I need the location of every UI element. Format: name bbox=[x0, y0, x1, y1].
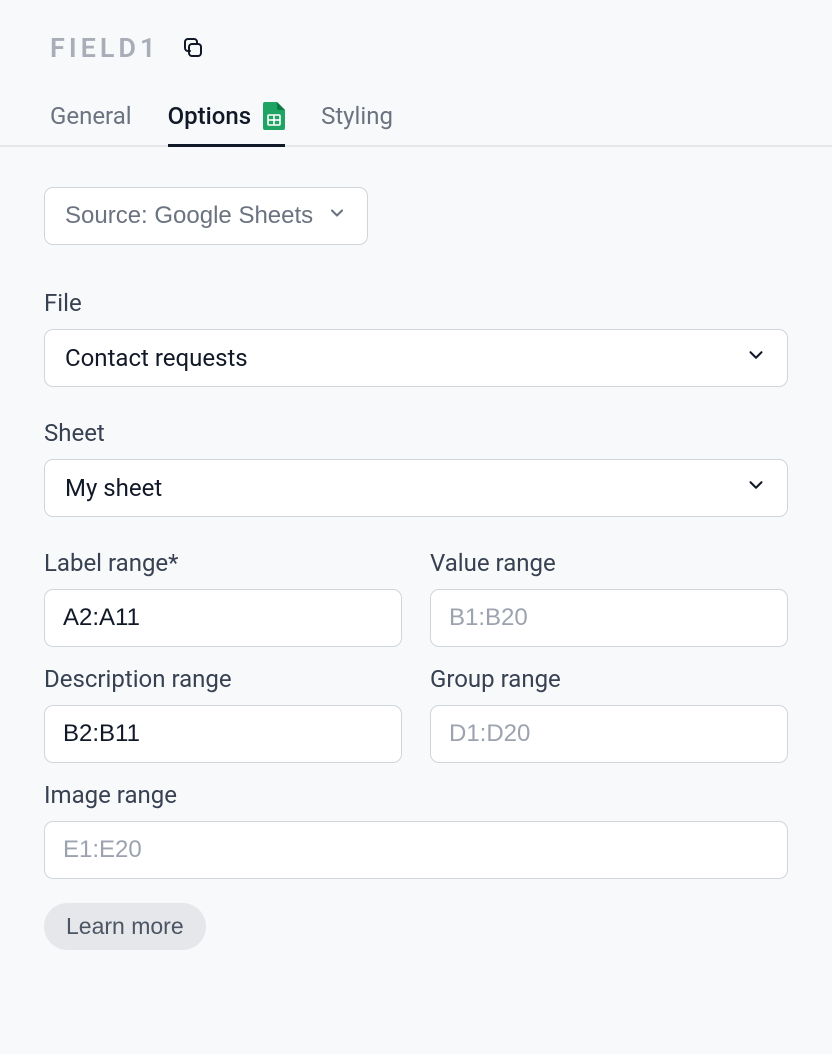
image-range-input[interactable] bbox=[44, 821, 788, 879]
group-range-input[interactable] bbox=[430, 705, 788, 763]
source-select[interactable]: Source: Google Sheets bbox=[44, 187, 368, 245]
sheet-label: Sheet bbox=[44, 419, 788, 447]
value-range-label: Value range bbox=[430, 549, 788, 577]
chevron-down-icon bbox=[327, 202, 347, 230]
description-range-input[interactable] bbox=[44, 705, 402, 763]
copy-icon[interactable] bbox=[181, 36, 205, 60]
source-label: Source: Google Sheets bbox=[65, 202, 313, 230]
page-title: FIELD1 bbox=[50, 32, 159, 64]
file-value: Contact requests bbox=[65, 344, 248, 372]
tab-options[interactable]: Options bbox=[168, 102, 285, 147]
learn-more-button[interactable]: Learn more bbox=[44, 903, 206, 950]
tab-bar: General Options Styling bbox=[0, 102, 832, 147]
description-range-label: Description range bbox=[44, 665, 402, 693]
file-label: File bbox=[44, 289, 788, 317]
chevron-down-icon bbox=[745, 344, 767, 372]
google-sheets-icon bbox=[263, 102, 285, 130]
value-range-input[interactable] bbox=[430, 589, 788, 647]
file-select[interactable]: Contact requests bbox=[44, 329, 788, 387]
chevron-down-icon bbox=[745, 474, 767, 502]
tab-styling[interactable]: Styling bbox=[321, 102, 393, 147]
group-range-label: Group range bbox=[430, 665, 788, 693]
label-range-input[interactable] bbox=[44, 589, 402, 647]
sheet-select[interactable]: My sheet bbox=[44, 459, 788, 517]
tab-options-label: Options bbox=[168, 102, 251, 130]
label-range-label: Label range* bbox=[44, 549, 402, 577]
sheet-value: My sheet bbox=[65, 474, 162, 502]
tab-general[interactable]: General bbox=[50, 102, 132, 147]
image-range-label: Image range bbox=[44, 781, 788, 809]
